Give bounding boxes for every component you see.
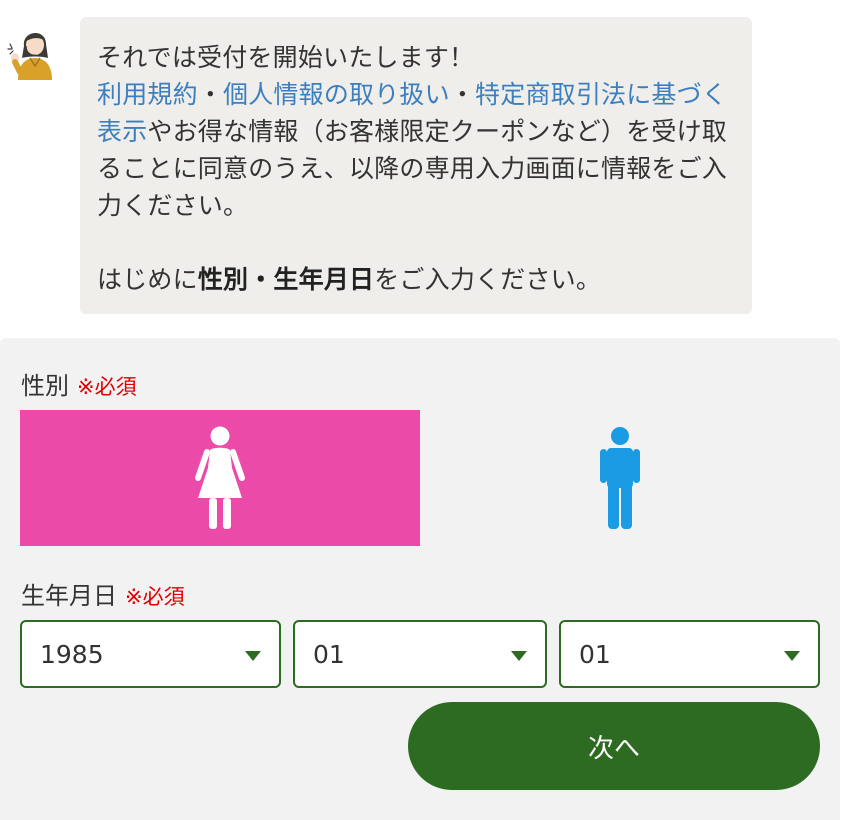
link-separator: ・ xyxy=(449,80,476,109)
next-button[interactable]: 次へ xyxy=(408,702,820,790)
birth-day-value: 01 xyxy=(579,640,611,669)
page: それでは受付を開始いたします！ 利用規約・個人情報の取り扱い・特定商取引法に基づ… xyxy=(0,0,844,820)
chevron-down-icon xyxy=(511,651,527,661)
form-panel: 性別 ※必須 生年月日 ※必須 1985 01 01 次へ xyxy=(0,338,840,820)
birthdate-required-badge: ※必須 xyxy=(125,585,185,609)
privacy-link[interactable]: 個人情報の取り扱い xyxy=(223,80,450,109)
birth-month-select[interactable]: 01 xyxy=(293,620,547,688)
gender-option-male[interactable] xyxy=(420,410,820,546)
chat-line-start: それでは受付を開始いたします！ xyxy=(97,43,475,72)
birth-day-select[interactable]: 01 xyxy=(559,620,820,688)
gender-option-female[interactable] xyxy=(20,410,420,546)
link-separator: ・ xyxy=(197,80,224,109)
terms-link[interactable]: 利用規約 xyxy=(97,80,198,109)
consent-text: やお得な情報（お客様限定クーポンなど）を受け取ることに同意のうえ、以降の専用入力… xyxy=(97,117,728,220)
gender-label: 性別 ※必須 xyxy=(21,366,137,401)
birthdate-label-text: 生年月日 xyxy=(21,582,117,610)
gender-required-badge: ※必須 xyxy=(77,375,137,399)
operator-avatar-icon xyxy=(7,32,52,80)
prompt-prefix: はじめに xyxy=(97,265,198,294)
gender-label-text: 性別 xyxy=(21,372,69,400)
operator-avatar xyxy=(6,24,60,80)
chevron-down-icon xyxy=(784,651,800,661)
chat-bubble: それでは受付を開始いたします！ 利用規約・個人情報の取り扱い・特定商取引法に基づ… xyxy=(80,17,752,314)
chevron-down-icon xyxy=(245,651,261,661)
birth-year-select[interactable]: 1985 xyxy=(20,620,281,688)
female-icon xyxy=(195,426,245,529)
birth-year-value: 1985 xyxy=(40,640,104,669)
birth-month-value: 01 xyxy=(313,640,345,669)
next-button-label: 次へ xyxy=(587,733,640,764)
chat-prompt: はじめに性別・生年月日をご入力ください。 xyxy=(97,261,734,298)
prompt-suffix: をご入力ください。 xyxy=(374,265,602,294)
chat-message: それでは受付を開始いたします！ 利用規約・個人情報の取り扱い・特定商取引法に基づ… xyxy=(97,39,734,224)
prompt-bold: 性別・生年月日 xyxy=(197,265,375,294)
male-icon xyxy=(600,427,640,529)
birthdate-label: 生年月日 ※必須 xyxy=(21,576,185,611)
